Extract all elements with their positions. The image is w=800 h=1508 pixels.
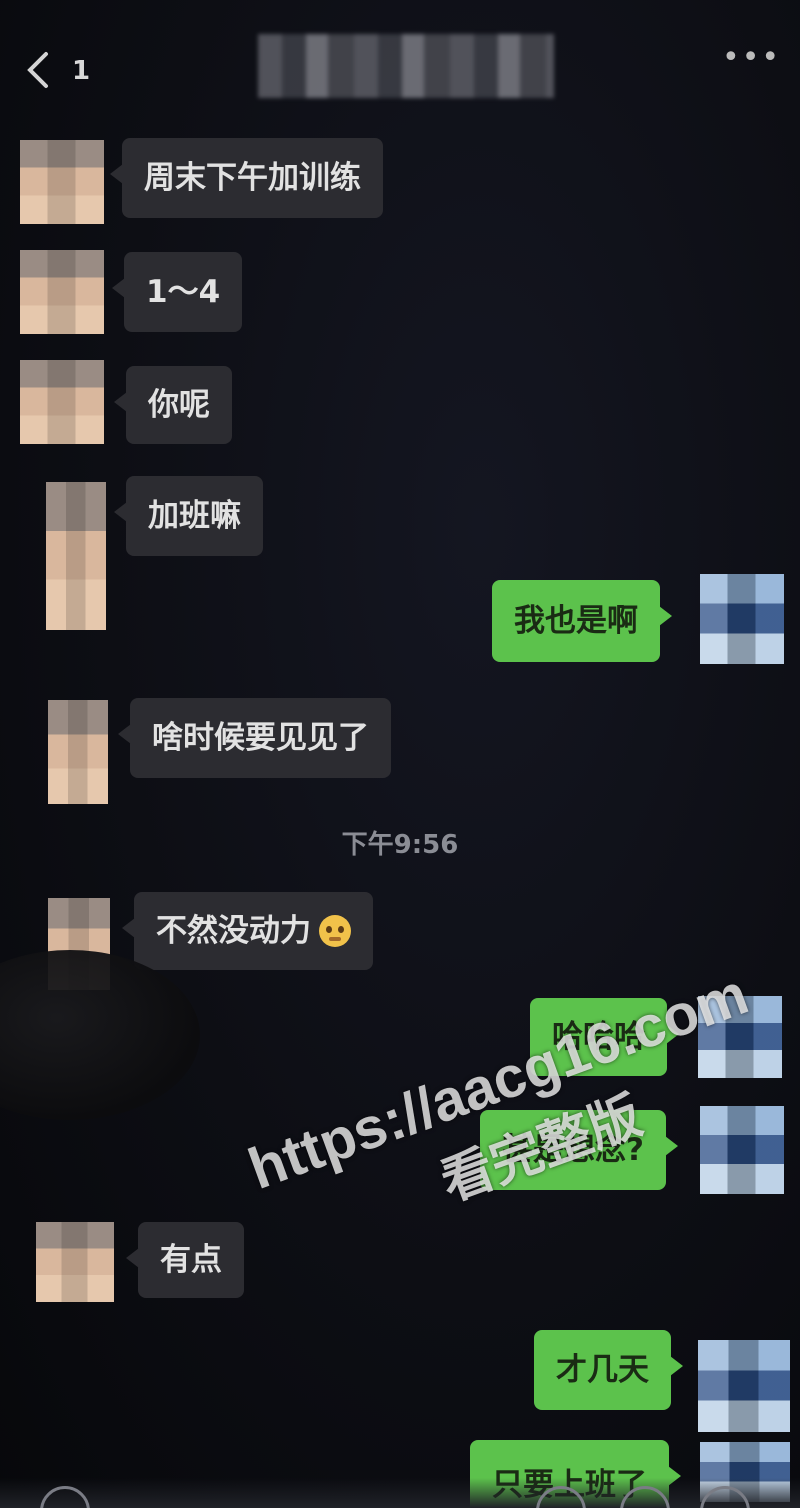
avatar[interactable] xyxy=(36,1222,114,1302)
avatar[interactable] xyxy=(700,574,784,664)
avatar[interactable] xyxy=(46,482,106,630)
back-button[interactable] xyxy=(24,50,64,94)
avatar[interactable] xyxy=(20,140,104,224)
chat-header: 1 ••• xyxy=(0,0,800,120)
add-icon[interactable] xyxy=(620,1486,670,1508)
message-bubble[interactable]: 才几天 xyxy=(534,1330,683,1410)
unread-count: 1 xyxy=(72,56,91,86)
timestamp: 下午9:56 xyxy=(341,830,459,860)
message-bubble[interactable]: 有点 xyxy=(126,1222,244,1298)
message-bubble[interactable]: 不然没动力 xyxy=(122,892,373,970)
message-bubble[interactable]: 我也是啊 xyxy=(492,580,672,662)
avatar[interactable] xyxy=(698,1340,790,1432)
more-icon[interactable] xyxy=(700,1486,750,1508)
chat-title-redacted xyxy=(258,34,554,98)
watermark: https://aacg16.com 看完整版 xyxy=(240,960,783,1275)
input-toolbar xyxy=(0,1478,800,1508)
message-bubble[interactable]: 周末下午加训练 xyxy=(110,138,383,218)
message-bubble[interactable]: 啥时候要见见了 xyxy=(118,698,391,778)
avatar[interactable] xyxy=(20,250,104,334)
ellipsis-icon[interactable]: ••• xyxy=(722,40,781,75)
message-text: 不然没动力 xyxy=(156,912,311,949)
avatar[interactable] xyxy=(48,700,108,804)
pleading-face-icon xyxy=(319,915,351,947)
chat-screen: 1 ••• 周末下午加训练 1～4 你呢 加班嘛 我也是啊 啥时候要见见了 下午… xyxy=(0,0,800,1508)
finger-shadow xyxy=(0,950,200,1120)
avatar[interactable] xyxy=(20,360,104,444)
message-bubble[interactable]: 1～4 xyxy=(111,252,243,332)
voice-icon[interactable] xyxy=(40,1486,90,1508)
emoji-icon[interactable] xyxy=(536,1486,586,1508)
message-bubble[interactable]: 加班嘛 xyxy=(114,476,263,556)
message-bubble[interactable]: 你呢 xyxy=(114,366,232,444)
chevron-left-icon xyxy=(27,52,48,88)
